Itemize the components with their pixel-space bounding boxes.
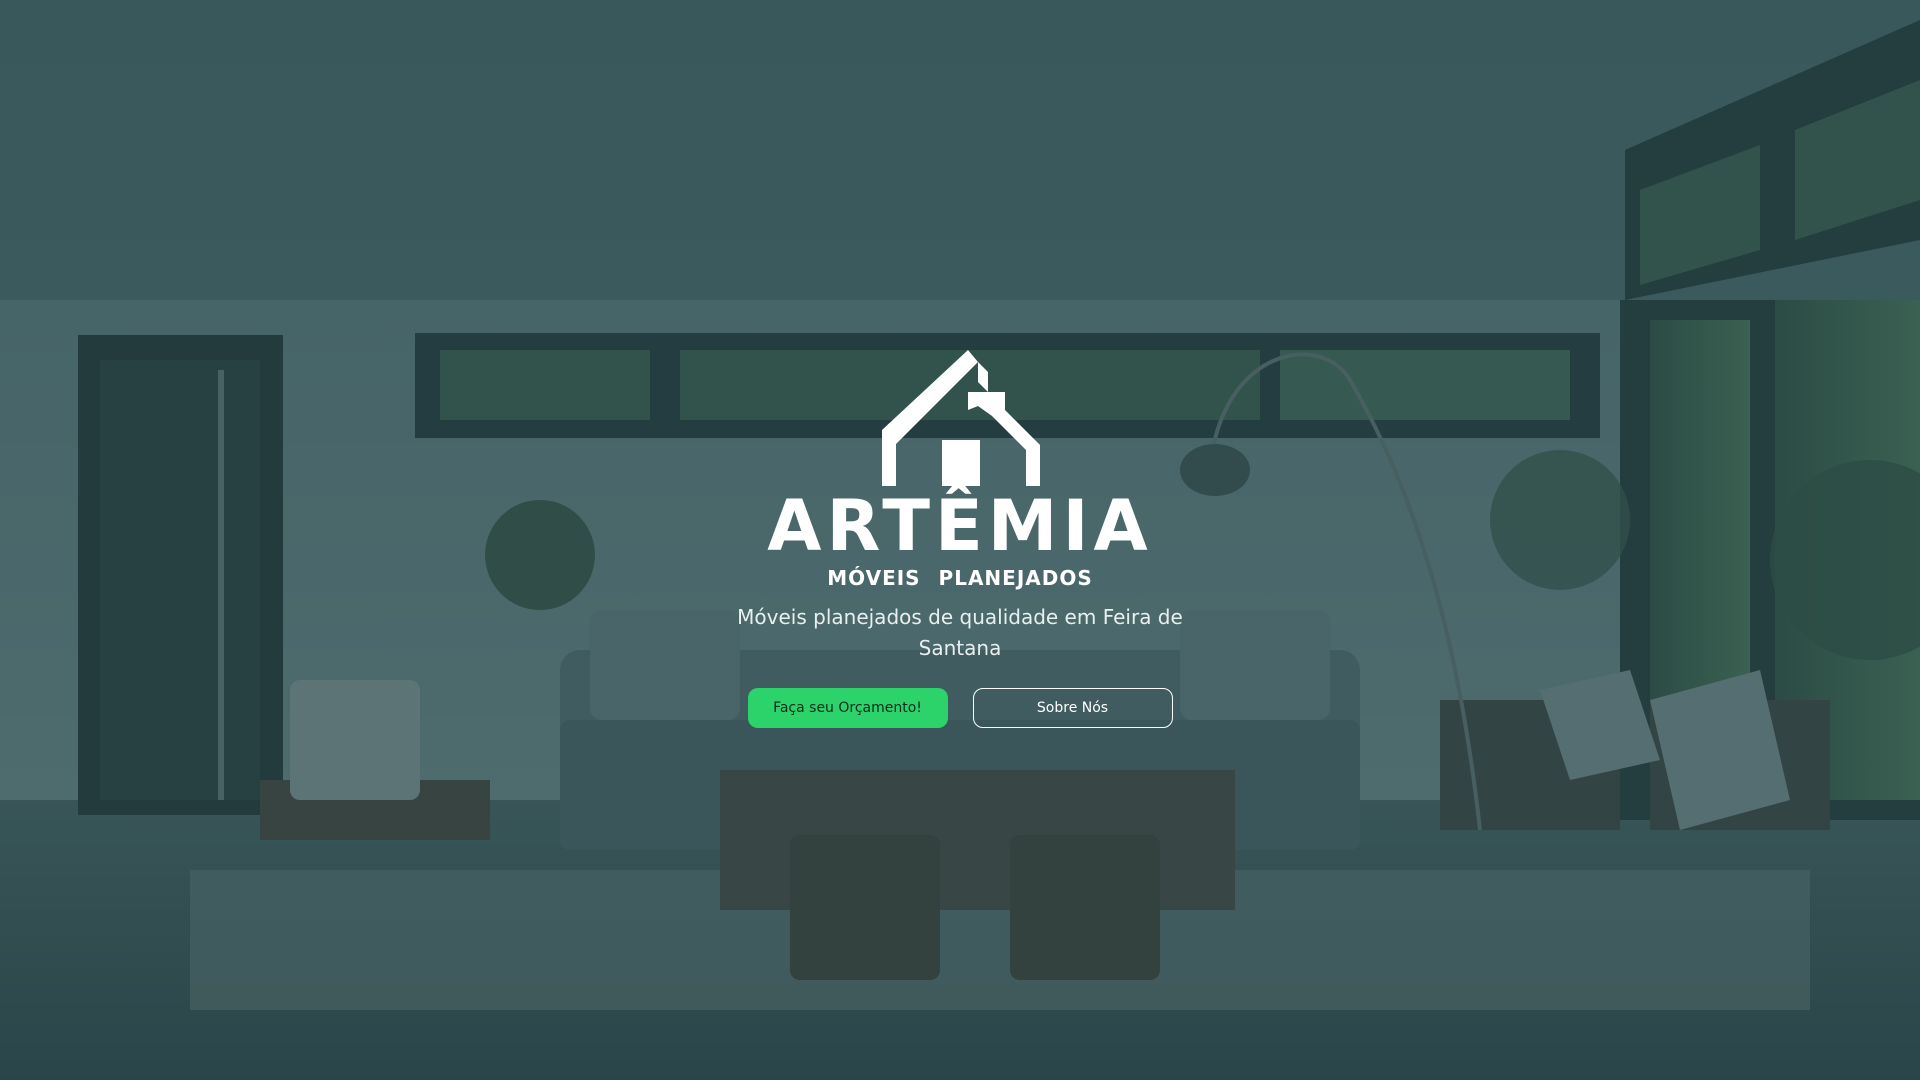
- hero-actions: Faça seu Orçamento! Sobre Nós: [747, 688, 1173, 728]
- hero-section: ARTÊMIA MÓVEIS PLANEJADOS Móveis planeja…: [0, 0, 1920, 1080]
- house-logo-icon: [881, 350, 1040, 486]
- hero-content: ARTÊMIA MÓVEIS PLANEJADOS Móveis planeja…: [0, 350, 1920, 728]
- about-us-button[interactable]: Sobre Nós: [972, 688, 1173, 728]
- brand-wordmark: ARTÊMIA: [767, 485, 1153, 567]
- brand-logo: ARTÊMIA MÓVEIS PLANEJADOS: [767, 350, 1152, 590]
- brand-tagline: MÓVEIS PLANEJADOS: [827, 566, 1093, 590]
- request-quote-button[interactable]: Faça seu Orçamento!: [747, 688, 948, 728]
- hero-subtitle: Móveis planejados de qualidade em Feira …: [737, 605, 1183, 660]
